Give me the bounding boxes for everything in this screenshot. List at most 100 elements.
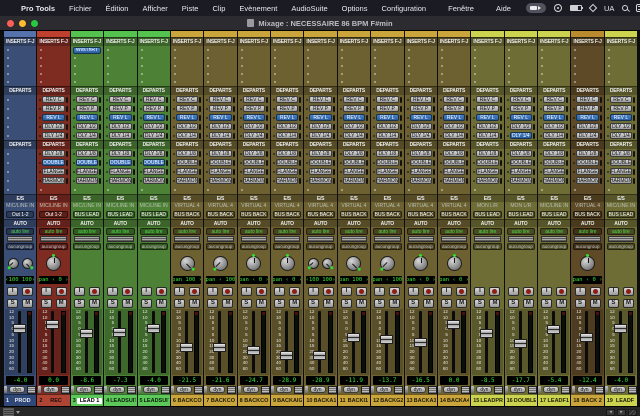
- send-slot[interactable]: DOUBLE: [104, 158, 136, 167]
- send-slot[interactable]: FLANGE: [538, 167, 570, 176]
- input-monitor-button[interactable]: I: [274, 287, 285, 296]
- insert-slot[interactable]: [171, 54, 203, 62]
- fader-track[interactable]: [51, 311, 54, 373]
- pan-knob[interactable]: [346, 256, 361, 271]
- nudge-spinner[interactable]: [138, 386, 141, 393]
- pan-display[interactable]: pan ‹ 0 ›: [573, 276, 601, 284]
- track-name[interactable]: DOUBLE: [514, 398, 536, 404]
- pan-display[interactable]: pan ‹ 100: [206, 276, 234, 284]
- fader-cap[interactable]: [414, 338, 427, 347]
- track-nameplate[interactable]: 2REC: [37, 394, 69, 406]
- send-slot[interactable]: [271, 185, 303, 194]
- send-assign-button[interactable]: DLY 1/4: [243, 132, 265, 139]
- send-slot[interactable]: DOUBLE: [37, 158, 69, 167]
- send-assign-button[interactable]: DLY 1/8: [510, 150, 532, 157]
- dyn-view-selector[interactable]: dyn: [143, 386, 159, 393]
- fader-cap[interactable]: [280, 351, 293, 360]
- send-slot[interactable]: DLY 1/2: [238, 122, 270, 131]
- send-assign-button[interactable]: DOUBLE: [443, 159, 465, 166]
- send-slot[interactable]: DOUBLE: [271, 158, 303, 167]
- output-path-selector[interactable]: BUS BACK: [240, 211, 268, 218]
- send-slot[interactable]: DLY 1/8: [405, 149, 437, 158]
- input-monitor-button[interactable]: I: [474, 287, 485, 296]
- pan-knob[interactable]: [22, 258, 33, 269]
- send-assign-button[interactable]: REV C: [443, 96, 465, 103]
- send-assign-button[interactable]: REV P: [543, 105, 565, 112]
- group-assign-selector[interactable]: aucungroup: [573, 243, 601, 250]
- send-slot[interactable]: DOUBLE: [171, 158, 203, 167]
- send-assign-button[interactable]: DLY 1/2: [243, 123, 265, 130]
- send-assign-button[interactable]: REV C: [410, 96, 432, 103]
- send-assign-button[interactable]: DLY 1/8: [109, 150, 131, 157]
- menu-fenetre[interactable]: Fenêtre: [441, 4, 481, 13]
- mute-button[interactable]: M: [323, 299, 334, 308]
- send-slot[interactable]: REV C: [204, 95, 236, 104]
- nudge-spinner[interactable]: [605, 386, 608, 393]
- track-nameplate[interactable]: 14BACKA4: [438, 394, 470, 406]
- insert-slot[interactable]: [505, 78, 537, 86]
- send-assign-button[interactable]: DOUBLE: [343, 159, 365, 166]
- insert-slot[interactable]: [505, 46, 537, 54]
- pan-knob[interactable]: [280, 256, 295, 271]
- record-arm-button[interactable]: [122, 287, 133, 296]
- send-slot[interactable]: REV L: [171, 113, 203, 122]
- dyn-view-selector[interactable]: dyn: [209, 386, 225, 393]
- insert-slot[interactable]: [438, 54, 470, 62]
- solo-button[interactable]: S: [141, 299, 152, 308]
- send-assign-button[interactable]: REV C: [276, 96, 298, 103]
- record-arm-button[interactable]: [556, 287, 567, 296]
- send-slot[interactable]: REV C: [471, 95, 503, 104]
- send-assign-button[interactable]: DLY 1/2: [343, 123, 365, 130]
- send-slot[interactable]: HARMON: [505, 176, 537, 185]
- send-assign-button[interactable]: DLY 1/4: [343, 132, 365, 139]
- send-slot[interactable]: DLY 1/4: [71, 131, 103, 140]
- send-slot[interactable]: DLY 1/8: [571, 149, 603, 158]
- send-slot[interactable]: [571, 185, 603, 194]
- track-nameplate[interactable]: 1PROD: [4, 394, 36, 406]
- track-nameplate[interactable]: 15LEADPR: [471, 394, 503, 406]
- track-name[interactable]: REC: [43, 398, 68, 404]
- insert-slot[interactable]: [171, 70, 203, 78]
- record-arm-button[interactable]: [289, 287, 300, 296]
- send-slot[interactable]: REV L: [104, 113, 136, 122]
- send-assign-button[interactable]: HARMON: [309, 177, 331, 184]
- send-assign-button[interactable]: DLY 1/4: [510, 132, 532, 139]
- input-path-selector[interactable]: VIRTUAL 4: [438, 202, 470, 210]
- record-arm-button[interactable]: [56, 287, 67, 296]
- send-slot[interactable]: REV P: [405, 104, 437, 113]
- insert-slot[interactable]: [471, 70, 503, 78]
- uad-diamond-icon[interactable]: [589, 4, 597, 12]
- view-selector[interactable]: [3, 408, 20, 416]
- send-slot[interactable]: DLY 1/4: [238, 131, 270, 140]
- automation-mode-selector[interactable]: auto lire: [340, 228, 368, 235]
- output-path-selector[interactable]: BUS BACK: [440, 211, 468, 218]
- send-slot[interactable]: DLY 1/2: [438, 122, 470, 131]
- spotlight-icon[interactable]: [622, 5, 628, 11]
- insert-slot[interactable]: [605, 54, 637, 62]
- output-path-selector[interactable]: BUS BACK: [373, 211, 401, 218]
- send-slot[interactable]: [4, 122, 36, 131]
- send-slot[interactable]: DOUBLE: [71, 158, 103, 167]
- send-slot[interactable]: REV L: [37, 113, 69, 122]
- group-assign-selector[interactable]: aucungroup: [140, 243, 168, 250]
- send-assign-button[interactable]: REV C: [76, 96, 98, 103]
- input-path-selector[interactable]: VIRTUAL 4: [271, 202, 303, 210]
- send-slot[interactable]: DOUBLE: [538, 158, 570, 167]
- send-slot[interactable]: DOUBLE: [471, 158, 503, 167]
- send-slot[interactable]: HARMON: [338, 176, 370, 185]
- send-assign-button[interactable]: DLY 1/8: [443, 150, 465, 157]
- nudge-spinner[interactable]: [305, 386, 308, 393]
- send-assign-button[interactable]: REV L: [610, 114, 632, 121]
- menu-edition[interactable]: Édition: [99, 4, 136, 13]
- insert-slot[interactable]: [571, 54, 603, 62]
- insert-plugin-button[interactable]: WvsTnRT: [73, 47, 101, 54]
- send-slot[interactable]: FLANGE: [438, 167, 470, 176]
- group-assign-selector[interactable]: aucungroup: [273, 243, 301, 250]
- insert-slot[interactable]: [304, 62, 336, 70]
- send-slot[interactable]: [37, 185, 69, 194]
- send-assign-button[interactable]: DLY 1/4: [109, 132, 131, 139]
- send-slot[interactable]: DOUBLE: [138, 158, 170, 167]
- track-name[interactable]: LEADF: [614, 398, 636, 404]
- send-slot[interactable]: HARMON: [538, 176, 570, 185]
- pan-display[interactable]: pan ‹ 0 ›: [273, 276, 301, 284]
